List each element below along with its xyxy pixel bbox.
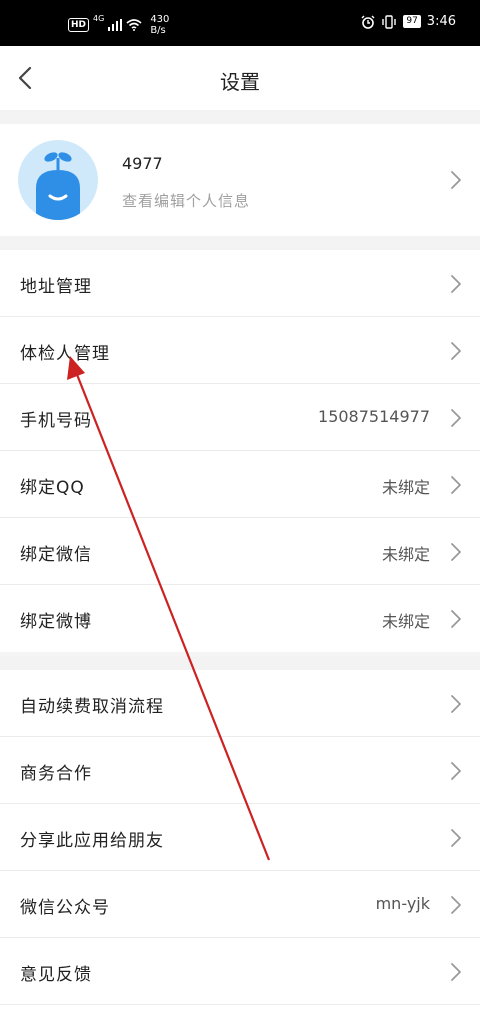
chevron-right-icon [451, 829, 461, 847]
page-title: 设置 [220, 70, 260, 94]
alarm-icon [361, 15, 375, 29]
section-gap [0, 236, 480, 250]
settings-item-share[interactable]: 分享此应用给朋友 [0, 804, 480, 871]
status-left: HD 4G 430 B/s [68, 14, 169, 36]
settings-item-label: 意见反馈 [20, 965, 92, 985]
settings-item-label: 地址管理 [20, 277, 92, 297]
settings-group-other: 自动续费取消流程 商务合作 分享此应用给朋友 微信公众号 mn-yjk 意见反馈 [0, 670, 480, 1033]
sprout-avatar-icon [36, 152, 80, 220]
clock: 3:46 [426, 14, 456, 29]
settings-item-label: 商务合作 [20, 764, 92, 784]
settings-item-label: 绑定微信 [20, 545, 92, 565]
settings-item-bind-weibo[interactable]: 绑定微博 未绑定 [0, 585, 480, 652]
settings-item-value: 未绑定 [381, 545, 430, 564]
chevron-right-icon [451, 762, 461, 780]
signal-icon [108, 19, 123, 31]
settings-item-label: 体检人管理 [20, 344, 110, 364]
settings-group-account: 地址管理 体检人管理 手机号码 15087514977 绑定QQ 未绑定 绑定微… [0, 250, 480, 652]
settings-item-label: 自动续费取消流程 [20, 697, 164, 717]
settings-item-value: 15087514977 [318, 407, 430, 426]
settings-item-auto-renew[interactable]: 自动续费取消流程 [0, 670, 480, 737]
speed-value: 430 [150, 14, 170, 25]
net-speed: 430 B/s [150, 14, 169, 36]
section-gap [0, 656, 480, 670]
status-bar: HD 4G 430 B/s 97 3:46 [0, 0, 480, 46]
settings-item-phone[interactable]: 手机号码 15087514977 [0, 384, 480, 451]
settings-item-value: mn-yjk [375, 894, 430, 913]
status-right: 97 3:46 [361, 14, 456, 29]
settings-item-label: 绑定微博 [20, 612, 92, 632]
chevron-right-icon [451, 409, 461, 427]
profile-subtitle: 查看编辑个人信息 [122, 192, 251, 210]
chevron-right-icon [451, 342, 461, 360]
settings-item-value: 未绑定 [381, 478, 430, 497]
speed-unit: B/s [150, 25, 166, 36]
chevron-right-icon [451, 896, 461, 914]
settings-item-address[interactable]: 地址管理 [0, 250, 480, 317]
wifi-icon [126, 19, 142, 31]
chevron-right-icon [451, 476, 461, 494]
avatar[interactable] [18, 140, 98, 220]
username: 4977 [122, 154, 163, 173]
chevron-right-icon [451, 275, 461, 293]
battery-indicator: 97 [403, 15, 421, 28]
settings-item-bind-wechat[interactable]: 绑定微信 未绑定 [0, 518, 480, 585]
vibrate-icon [382, 14, 397, 29]
profile-card[interactable]: 4977 查看编辑个人信息 [0, 124, 480, 236]
chevron-right-icon [451, 171, 461, 189]
settings-item-label: 绑定QQ [20, 478, 85, 498]
settings-item-label: 手机号码 [20, 411, 92, 431]
hd-badge: HD [68, 18, 90, 32]
chevron-right-icon [451, 963, 461, 981]
settings-item-label: 分享此应用给朋友 [20, 831, 164, 851]
section-gap [0, 110, 480, 124]
chevron-right-icon [451, 543, 461, 561]
settings-item-feedback[interactable]: 意见反馈 [0, 938, 480, 1005]
settings-item-wechat-official[interactable]: 微信公众号 mn-yjk [0, 871, 480, 938]
settings-item-business[interactable]: 商务合作 [0, 737, 480, 804]
network-type: 4G [93, 14, 105, 23]
settings-item-label: 微信公众号 [20, 898, 110, 918]
chevron-right-icon [451, 610, 461, 628]
settings-item-examinee[interactable]: 体检人管理 [0, 317, 480, 384]
nav-bar: 设置 [0, 46, 480, 110]
chevron-right-icon [451, 695, 461, 713]
settings-item-value: 未绑定 [381, 612, 430, 631]
settings-item-bind-qq[interactable]: 绑定QQ 未绑定 [0, 451, 480, 518]
